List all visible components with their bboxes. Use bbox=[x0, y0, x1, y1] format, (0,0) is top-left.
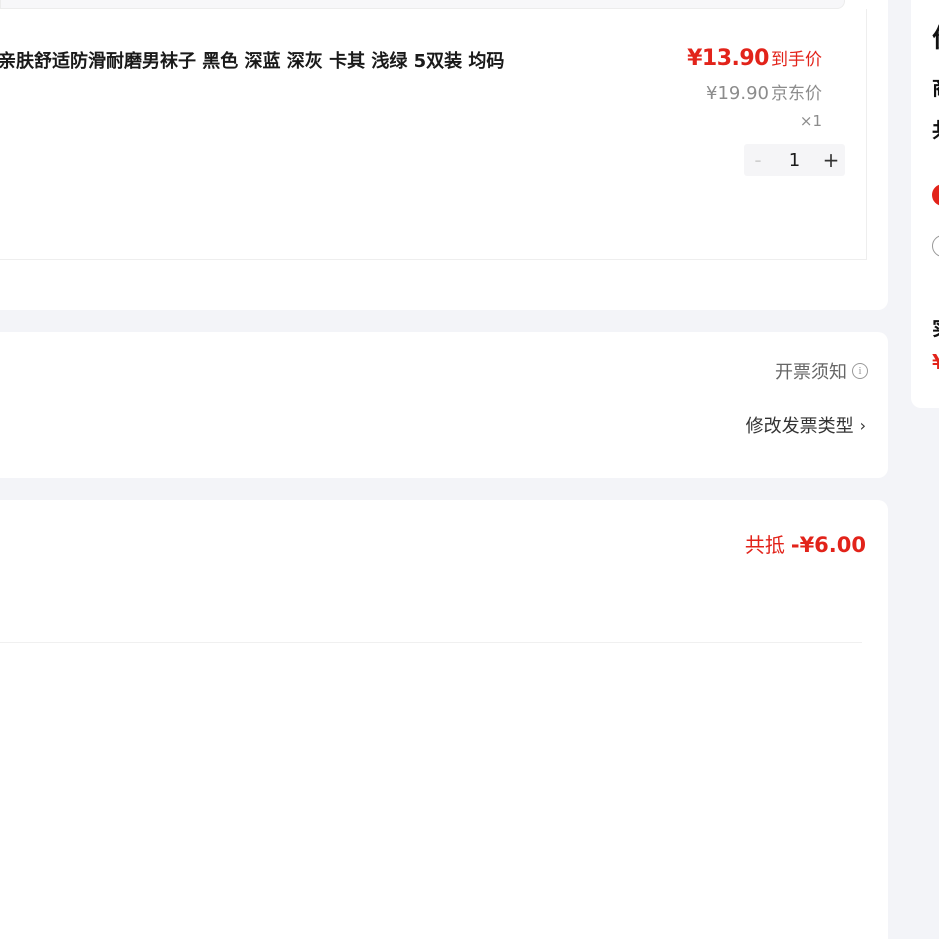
quantity-multiplier: ×1 bbox=[799, 112, 822, 130]
deal-price-row: ¥13.90 到手价 bbox=[687, 45, 822, 71]
quantity-stepper: - 1 + bbox=[744, 144, 845, 176]
summary-line-fragment: 商 bbox=[932, 72, 939, 101]
change-invoice-type-label: 修改发票类型 bbox=[745, 416, 854, 437]
original-price-row: ¥19.90 京东价 bbox=[706, 79, 822, 104]
product-title[interactable]: 亲肤舒适防滑耐磨男袜子 黑色 深蓝 深灰 卡其 浅绿 5双装 均码 bbox=[0, 47, 504, 73]
increase-quantity-button[interactable]: + bbox=[817, 144, 845, 176]
deal-price-label: 到手价 bbox=[771, 50, 822, 70]
summary-total-fragment: ¥ bbox=[932, 350, 939, 374]
discount-amount: -¥6.00 bbox=[790, 533, 866, 557]
change-invoice-type-link[interactable]: 修改发票类型 › bbox=[746, 412, 866, 438]
discount-label: 共抵 bbox=[744, 533, 785, 557]
checkout-page: 亲肤舒适防滑耐磨男袜子 黑色 深蓝 深灰 卡其 浅绿 5双装 均码 ¥13.90… bbox=[0, 0, 939, 939]
deal-price: ¥13.90 bbox=[687, 46, 769, 71]
info-icon[interactable]: i bbox=[852, 363, 868, 379]
cart-item: 亲肤舒适防滑耐磨男袜子 黑色 深蓝 深灰 卡其 浅绿 5双装 均码 ¥13.90… bbox=[0, 9, 867, 260]
original-price-label: 京东价 bbox=[771, 84, 822, 104]
payment-radio-selected[interactable] bbox=[932, 184, 939, 206]
product-card: 亲肤舒适防滑耐磨男袜子 黑色 深蓝 深灰 卡其 浅绿 5双装 均码 ¥13.90… bbox=[0, 0, 888, 310]
summary-line-fragment: 共 bbox=[932, 114, 939, 143]
chevron-right-icon: › bbox=[859, 415, 866, 435]
card-top-strip bbox=[0, 0, 845, 9]
divider bbox=[0, 642, 862, 643]
discount-total: 共抵 -¥6.00 bbox=[745, 529, 866, 558]
order-summary-panel: 价 商 共 实 ¥ bbox=[911, 0, 939, 408]
invoice-card: 开票须知 i 修改发票类型 › bbox=[0, 332, 888, 478]
summary-title-fragment: 价 bbox=[932, 18, 939, 55]
invoice-notice-link[interactable]: 开票须知 i bbox=[775, 358, 868, 384]
payment-radio-unselected[interactable] bbox=[932, 235, 939, 257]
original-price: ¥19.90 bbox=[706, 83, 769, 104]
decrease-quantity-button[interactable]: - bbox=[744, 144, 772, 176]
discount-card: 共抵 -¥6.00 bbox=[0, 500, 888, 939]
summary-line-fragment: 实 bbox=[932, 312, 939, 341]
invoice-notice-label: 开票须知 bbox=[775, 362, 847, 383]
quantity-value[interactable]: 1 bbox=[772, 150, 817, 171]
